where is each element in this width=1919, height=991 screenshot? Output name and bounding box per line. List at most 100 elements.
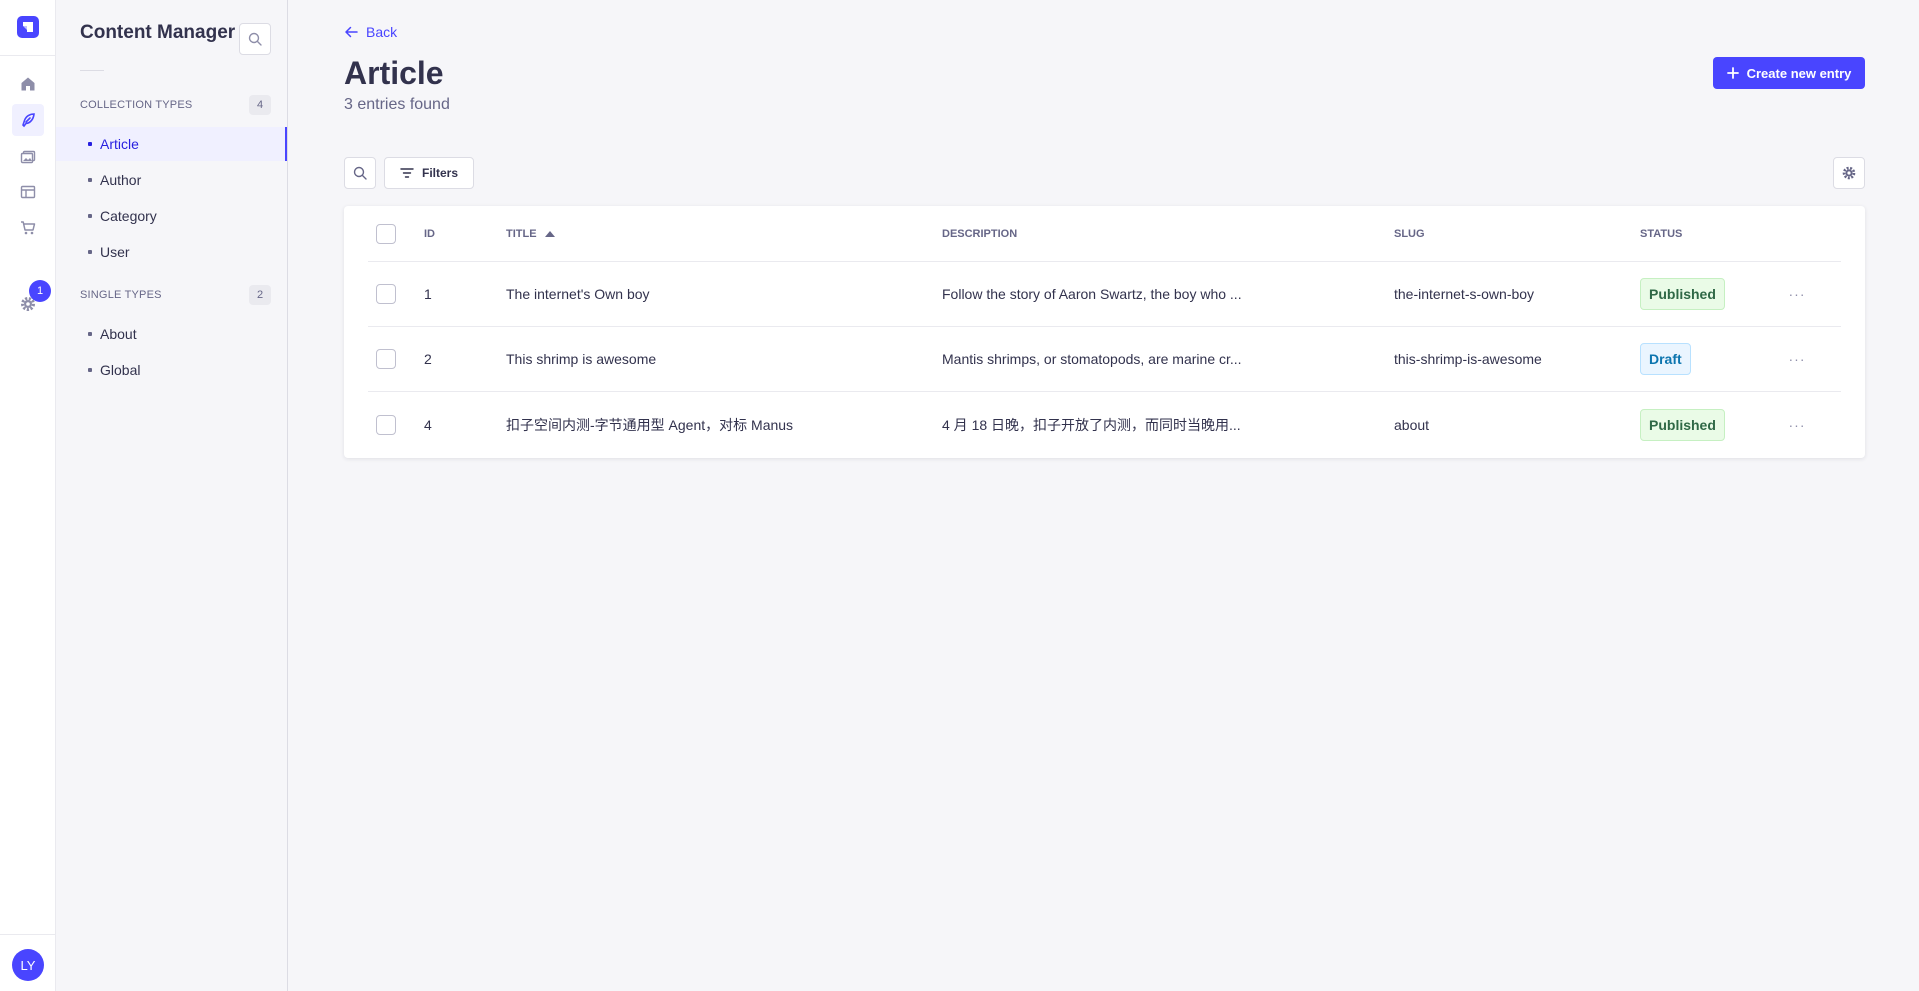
- settings-notification-badge: 1: [29, 280, 51, 302]
- user-avatar[interactable]: LY: [12, 949, 44, 981]
- main-nav-rail: 1 LY: [0, 0, 56, 991]
- search-icon: [248, 32, 262, 46]
- column-header-slug[interactable]: SLUG: [1394, 206, 1425, 261]
- subnav-item-global[interactable]: Global: [56, 353, 287, 387]
- entries-count: 3 entries found: [344, 96, 450, 113]
- table-row[interactable]: 2 This shrimp is awesome Mantis shrimps,…: [368, 327, 1841, 392]
- create-new-entry-button[interactable]: Create new entry: [1713, 57, 1865, 89]
- row-actions-button[interactable]: ···: [1782, 262, 1812, 326]
- sort-ascending-icon: [544, 230, 555, 237]
- subnav-item-label: About: [100, 326, 137, 342]
- cell-description: Mantis shrimps, or stomatopods, are mari…: [942, 351, 1242, 367]
- cell-title: The internet's Own boy: [506, 286, 650, 302]
- create-button-label: Create new entry: [1746, 65, 1852, 81]
- collection-types-header[interactable]: COLLECTION TYPES 4: [80, 94, 271, 116]
- cell-title: 扣子空间内测-字节通用型 Agent，对标 Manus: [506, 416, 794, 433]
- plus-icon: [1726, 67, 1739, 79]
- cell-description: Follow the story of Aaron Swartz, the bo…: [942, 286, 1242, 302]
- status-badge: Published: [1640, 408, 1725, 441]
- status-badge: Draft: [1640, 343, 1691, 375]
- cell-status: Draft: [1640, 327, 1691, 391]
- subnav-item-about[interactable]: About: [56, 317, 287, 351]
- subnav-item-category[interactable]: Category: [56, 199, 287, 233]
- subnav-item-author[interactable]: Author: [56, 163, 287, 197]
- rail-divider: [0, 55, 56, 56]
- cell-status: Published: [1640, 392, 1725, 457]
- back-label: Back: [366, 24, 398, 40]
- main-content: Back Article 3 entries found Create new …: [288, 0, 1919, 991]
- row-select-cell: [376, 327, 396, 391]
- single-types-header[interactable]: SINGLE TYPES 2: [80, 284, 271, 306]
- home-icon[interactable]: [12, 68, 44, 100]
- column-header-status[interactable]: STATUS: [1640, 206, 1682, 261]
- column-header-description[interactable]: DESCRIPTION: [942, 206, 1017, 261]
- row-checkbox[interactable]: [376, 284, 396, 304]
- search-icon: [353, 166, 367, 180]
- column-header-title-label: TITLE: [506, 227, 537, 240]
- row-checkbox[interactable]: [376, 349, 396, 369]
- arrow-left-icon: [344, 25, 358, 39]
- table-row[interactable]: 1 The internet's Own boy Follow the stor…: [368, 262, 1841, 327]
- subnav-item-label: Article: [100, 136, 139, 152]
- section-count-badge: 4: [249, 95, 271, 115]
- column-header-id[interactable]: ID: [424, 206, 435, 261]
- cell-status: Published: [1640, 262, 1725, 326]
- subnav-item-label: Category: [100, 208, 157, 224]
- table-row[interactable]: 4 扣子空间内测-字节通用型 Agent，对标 Manus 4 月 18 日晚，…: [368, 392, 1841, 457]
- filters-label: Filters: [421, 166, 458, 180]
- subnav-item-label: Global: [100, 362, 141, 378]
- subnav-item-label: Author: [100, 172, 142, 188]
- subnav-item-article[interactable]: Article: [56, 127, 287, 161]
- app: 1 LY Content Manager COLLECTION TYPES 4 …: [0, 0, 1919, 991]
- table-settings-button[interactable]: [1833, 157, 1865, 189]
- filter-icon: [400, 168, 414, 178]
- section-label: SINGLE TYPES: [80, 289, 162, 301]
- strapi-logo-icon[interactable]: [17, 16, 39, 38]
- gear-icon: [1842, 166, 1856, 180]
- content-type-builder-icon[interactable]: [12, 176, 44, 208]
- bullet-icon: [88, 332, 92, 336]
- more-dots-icon: ···: [1788, 416, 1806, 433]
- row-checkbox[interactable]: [376, 414, 396, 435]
- bullet-icon: [88, 214, 92, 218]
- table-header-row: ID TITLE DESCRIPTION SLUG STATUS: [368, 206, 1841, 262]
- row-select-cell: [376, 262, 396, 326]
- filters-button[interactable]: Filters: [384, 157, 474, 189]
- content-manager-subnav: Content Manager COLLECTION TYPES 4 Artic…: [56, 0, 288, 991]
- cell-slug: this-shrimp-is-awesome: [1394, 351, 1542, 367]
- column-header-title[interactable]: TITLE: [506, 206, 555, 261]
- back-link[interactable]: Back: [344, 24, 397, 40]
- cell-id: 2: [424, 351, 432, 367]
- entries-table: ID TITLE DESCRIPTION SLUG STATUS 1 The i…: [344, 206, 1865, 458]
- bullet-icon: [88, 250, 92, 254]
- select-all-checkbox[interactable]: [376, 223, 396, 244]
- media-library-icon[interactable]: [12, 140, 44, 172]
- cell-title: This shrimp is awesome: [506, 351, 657, 367]
- row-actions-button[interactable]: ···: [1782, 392, 1812, 457]
- marketplace-cart-icon[interactable]: [12, 212, 44, 244]
- section-count-badge: 2: [249, 285, 271, 305]
- bullet-icon: [88, 178, 92, 182]
- row-actions-button[interactable]: ···: [1782, 327, 1812, 391]
- bullet-icon: [88, 368, 92, 372]
- cell-slug: the-internet-s-own-boy: [1394, 286, 1535, 302]
- subnav-search-button[interactable]: [239, 23, 271, 55]
- subnav-item-label: User: [100, 244, 130, 260]
- more-dots-icon: ···: [1788, 351, 1806, 367]
- section-label: COLLECTION TYPES: [80, 99, 193, 111]
- subnav-item-user[interactable]: User: [56, 235, 287, 269]
- select-all-cell: [376, 206, 396, 261]
- cell-slug: about: [1394, 416, 1430, 433]
- cell-description: 4 月 18 日晚，扣子开放了内测，而同时当晚用...: [942, 416, 1241, 433]
- cell-id: 4: [424, 416, 432, 433]
- cell-id: 1: [424, 286, 432, 302]
- status-badge: Published: [1640, 278, 1725, 310]
- content-manager-feather-icon[interactable]: [12, 104, 44, 136]
- row-select-cell: [376, 392, 396, 457]
- table-search-button[interactable]: [344, 157, 376, 189]
- more-dots-icon: ···: [1788, 286, 1806, 302]
- page-title: Article: [344, 55, 444, 91]
- subnav-divider: [80, 70, 104, 71]
- rail-bottom-divider: [0, 934, 56, 935]
- bullet-icon: [88, 142, 92, 146]
